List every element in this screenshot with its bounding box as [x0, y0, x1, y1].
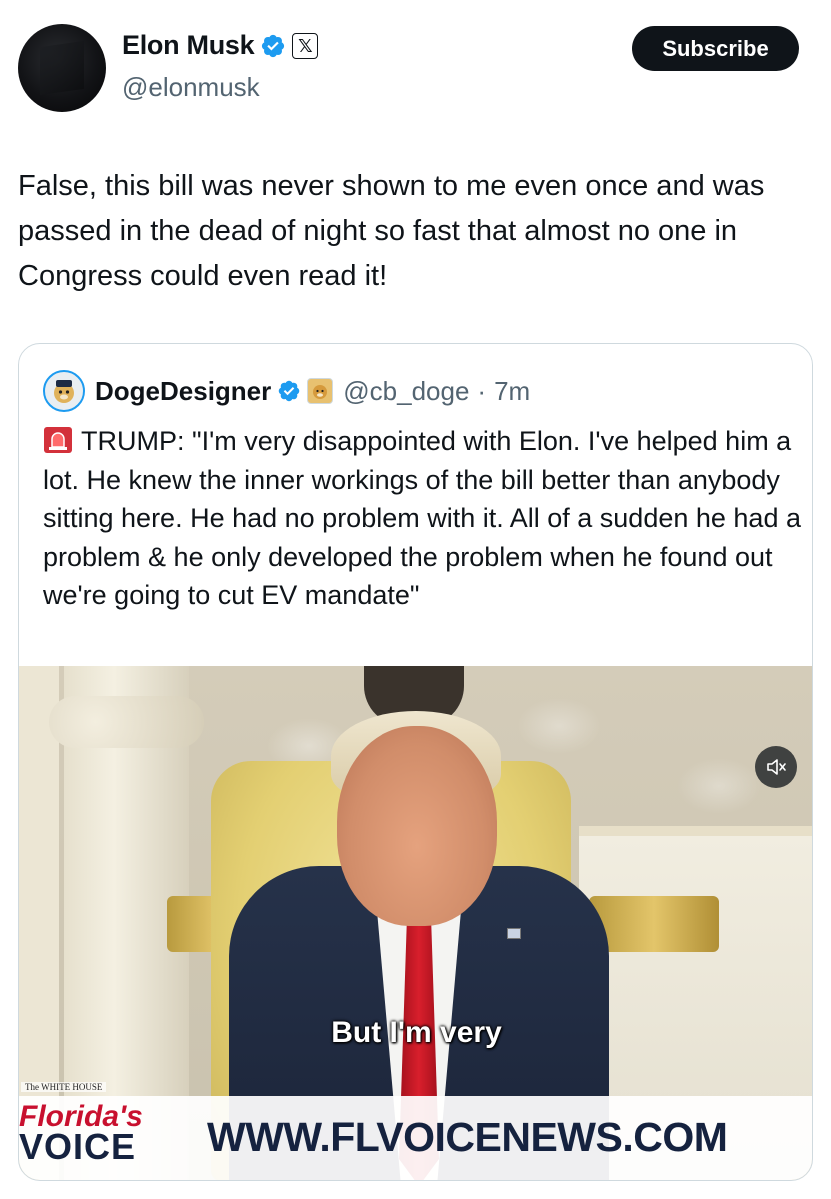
author-display-name[interactable]: Elon Musk [122, 30, 255, 61]
face [337, 726, 497, 926]
video-player[interactable]: But I'm very The WHITE HOUSE Florida's V… [19, 666, 812, 1180]
quoted-tweet-text: TRUMP: "I'm very disappointed with Elon.… [43, 422, 803, 615]
quoted-timestamp[interactable]: 7m [494, 376, 530, 407]
x-logo-icon: 𝕏 [292, 32, 319, 59]
gold-ornament-left [167, 896, 217, 952]
quoted-avatar[interactable] [43, 370, 85, 412]
quoted-tweet-card[interactable]: DogeDesigner @cb_doge · 7m TRUMP: "I'm v… [18, 343, 813, 1181]
logo-line-2: VOICE [19, 1126, 137, 1167]
subscribe-button[interactable]: Subscribe [632, 26, 799, 71]
verified-icon [279, 380, 300, 402]
floridas-voice-logo: Florida's VOICE [19, 1102, 169, 1167]
doge-avatar-icon [54, 380, 74, 403]
author-name-row: Elon Musk 𝕏 [122, 30, 319, 61]
avatar[interactable] [18, 24, 106, 112]
video-caption: But I'm very [331, 1016, 502, 1049]
url-banner: WWW.FLVOICENEWS.COM [207, 1114, 728, 1160]
mute-button[interactable] [755, 746, 797, 788]
verified-icon [262, 34, 285, 57]
gold-ornament [589, 896, 719, 952]
police-light-icon [44, 427, 72, 453]
quoted-display-name[interactable]: DogeDesigner [95, 376, 271, 407]
flag-pin [507, 928, 521, 939]
quoted-tweet-header: DogeDesigner @cb_doge · 7m [43, 370, 530, 412]
source-tag: The WHITE HOUSE [21, 1082, 107, 1092]
author-handle[interactable]: @elonmusk [122, 72, 260, 103]
speaker-muted-icon [767, 759, 786, 775]
separator-dot: · [477, 375, 487, 406]
tweet-text: False, this bill was never shown to me e… [18, 170, 765, 292]
news-lower-third: The WHITE HOUSE Florida's VOICE WWW.FLVO… [19, 1082, 812, 1180]
column-capital [49, 696, 204, 748]
quoted-handle[interactable]: @cb_doge [343, 376, 469, 407]
doge-affiliate-icon [307, 378, 334, 404]
quoted-tweet-body: TRUMP: "I'm very disappointed with Elon.… [43, 426, 801, 610]
